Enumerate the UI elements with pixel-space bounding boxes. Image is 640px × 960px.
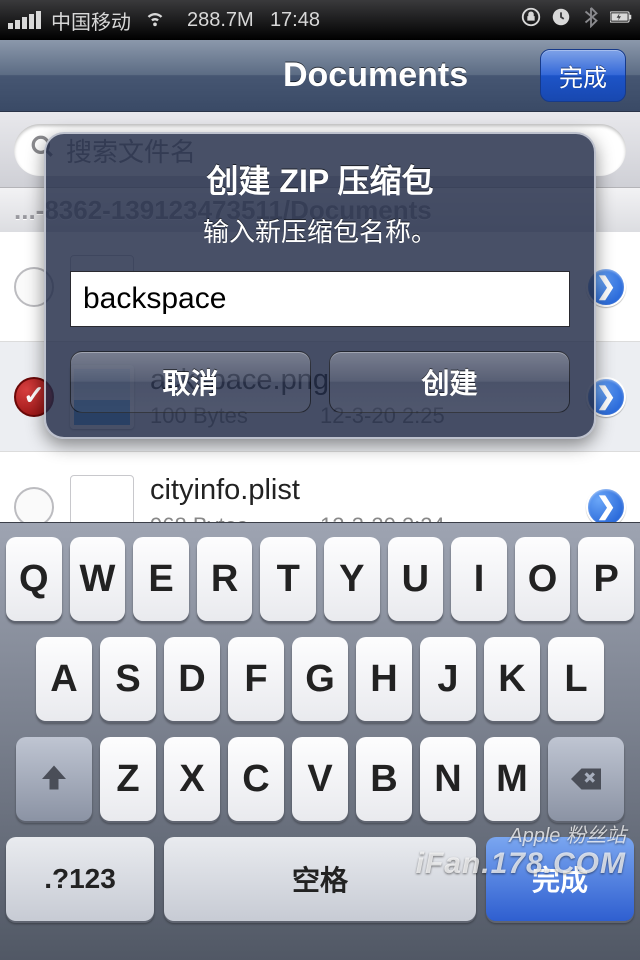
key-d[interactable]: D (164, 637, 220, 721)
done-button[interactable]: 完成 (540, 49, 626, 102)
key-g[interactable]: G (292, 637, 348, 721)
wifi-icon (143, 6, 167, 34)
numeric-key[interactable]: .?123 (6, 837, 154, 921)
battery-icon (610, 6, 632, 34)
carrier-label: 中国移动 (51, 6, 131, 35)
shift-key[interactable] (16, 737, 92, 821)
key-n[interactable]: N (420, 737, 476, 821)
key-y[interactable]: Y (324, 537, 380, 621)
nav-bar: Documents 完成 (0, 40, 640, 112)
key-e[interactable]: E (133, 537, 189, 621)
key-q[interactable]: Q (6, 537, 62, 621)
key-t[interactable]: T (260, 537, 316, 621)
status-time: 17:48 (270, 9, 320, 32)
key-h[interactable]: H (356, 637, 412, 721)
key-s[interactable]: S (100, 637, 156, 721)
key-a[interactable]: A (36, 637, 92, 721)
key-k[interactable]: K (484, 637, 540, 721)
rotation-lock-icon (520, 6, 542, 34)
alert-backdrop: 创建 ZIP 压缩包 输入新压缩包名称。 取消 创建 (0, 112, 640, 522)
key-m[interactable]: M (484, 737, 540, 821)
key-r[interactable]: R (197, 537, 253, 621)
signal-icon (8, 11, 41, 29)
page-title: Documents (283, 56, 468, 95)
alert-title: 创建 ZIP 压缩包 (70, 156, 570, 202)
bluetooth-icon (580, 6, 602, 34)
watermark: Apple 粉丝站 iFan.178.COM (416, 825, 626, 880)
key-o[interactable]: O (515, 537, 571, 621)
keyboard-row: Q W E R T Y U I O P (6, 537, 634, 621)
clock-icon (550, 6, 572, 34)
status-bar: 中国移动 17:48 288.7M (0, 0, 640, 40)
key-b[interactable]: B (356, 737, 412, 821)
key-p[interactable]: P (578, 537, 634, 621)
keyboard: Q W E R T Y U I O P A S D F G H J K L Z … (0, 522, 640, 960)
key-f[interactable]: F (228, 637, 284, 721)
create-zip-alert: 创建 ZIP 压缩包 输入新压缩包名称。 取消 创建 (44, 132, 596, 439)
cancel-button[interactable]: 取消 (70, 351, 311, 413)
keyboard-row: Z X C V B N M (6, 737, 634, 821)
alert-message: 输入新压缩包名称。 (70, 212, 570, 249)
key-x[interactable]: X (164, 737, 220, 821)
key-v[interactable]: V (292, 737, 348, 821)
create-button[interactable]: 创建 (329, 351, 570, 413)
key-w[interactable]: W (70, 537, 126, 621)
key-z[interactable]: Z (100, 737, 156, 821)
zip-name-input[interactable] (70, 271, 570, 327)
key-c[interactable]: C (228, 737, 284, 821)
key-l[interactable]: L (548, 637, 604, 721)
key-u[interactable]: U (388, 537, 444, 621)
key-j[interactable]: J (420, 637, 476, 721)
backspace-key[interactable] (548, 737, 624, 821)
keyboard-row: A S D F G H J K L (6, 637, 634, 721)
status-memory: 288.7M (187, 9, 254, 32)
key-i[interactable]: I (451, 537, 507, 621)
